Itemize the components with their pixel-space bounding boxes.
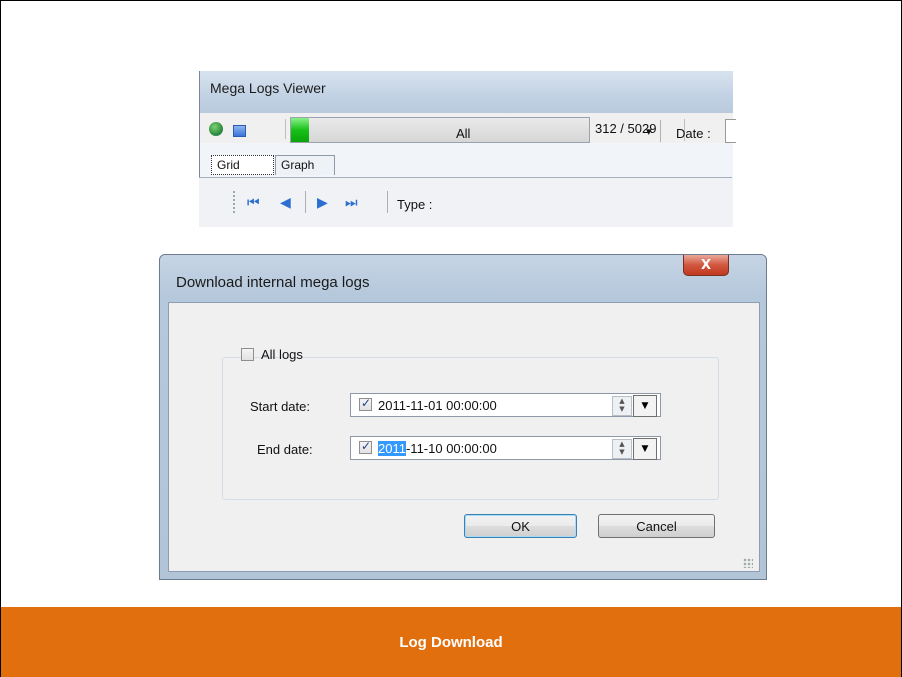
- all-logs-label: All logs: [261, 347, 303, 362]
- end-date-label: End date:: [257, 442, 313, 457]
- stop-icon[interactable]: [233, 125, 246, 137]
- end-date-spinner[interactable]: ▲ ▼: [612, 439, 632, 459]
- date-filter-input[interactable]: [725, 119, 736, 143]
- type-dropdown-arrow-icon[interactable]: ▾: [646, 125, 652, 138]
- date-range-group: [222, 357, 719, 500]
- end-date-rest: -11-10 00:00:00: [405, 441, 497, 456]
- start-date-dropdown-button[interactable]: ▼: [633, 395, 657, 417]
- progress-fill: [291, 118, 310, 142]
- tab-graph[interactable]: Graph: [275, 155, 335, 175]
- calendar-dropdown-icon: ▼: [641, 401, 649, 411]
- resize-grip-icon[interactable]: [743, 558, 753, 568]
- end-date-value[interactable]: 2011-11-10 00:00:00: [378, 441, 497, 456]
- last-record-icon[interactable]: ⏭: [345, 195, 358, 211]
- toolbar-separator: [305, 191, 306, 213]
- all-logs-checkbox[interactable]: [241, 348, 254, 361]
- type-filter-label: Type :: [397, 197, 433, 212]
- cancel-button[interactable]: Cancel: [598, 514, 715, 538]
- ok-button[interactable]: OK: [464, 514, 577, 538]
- end-date-selected-year[interactable]: 2011: [378, 441, 406, 456]
- dialog-client-area: All logs Start date: 2011-11-01 00:00:00…: [168, 302, 760, 572]
- refresh-globe-icon[interactable]: [209, 122, 223, 136]
- start-date-checkbox[interactable]: [359, 396, 372, 411]
- download-progress-bar: [290, 117, 590, 143]
- toolbar-separator: [660, 120, 661, 142]
- close-button[interactable]: X: [683, 255, 729, 276]
- view-tabs: Grid Graph: [199, 155, 732, 177]
- toolbar-separator: [285, 119, 286, 139]
- start-date-value[interactable]: 2011-11-01 00:00:00: [378, 398, 497, 413]
- download-logs-dialog: Download internal mega logs X All logs S…: [159, 254, 767, 580]
- grid-navigation-toolbar: [199, 177, 732, 227]
- end-date-dropdown-button[interactable]: ▼: [633, 438, 657, 460]
- previous-record-icon[interactable]: ◀: [280, 195, 291, 211]
- slide-caption: Log Download: [1, 607, 901, 677]
- close-icon: X: [700, 257, 712, 273]
- start-date-spinner[interactable]: ▲ ▼: [612, 396, 632, 416]
- end-date-picker[interactable]: 2011-11-10 00:00:00 ▲▼ ▼: [350, 436, 661, 460]
- toolbar-grip[interactable]: [233, 191, 237, 213]
- calendar-dropdown-icon: ▼: [641, 444, 649, 454]
- start-date-label: Start date:: [250, 399, 310, 414]
- first-record-icon[interactable]: ⏮: [247, 195, 260, 211]
- end-date-checkbox[interactable]: [359, 439, 372, 454]
- dialog-title: Download internal mega logs: [176, 274, 370, 291]
- next-record-icon[interactable]: ▶: [317, 195, 328, 211]
- type-filter-select[interactable]: All: [456, 126, 470, 141]
- start-date-picker[interactable]: 2011-11-01 00:00:00 ▲▼ ▼: [350, 393, 661, 417]
- date-filter-label: Date :: [676, 126, 711, 141]
- tab-grid[interactable]: Grid: [211, 155, 274, 175]
- toolbar-separator: [387, 191, 388, 213]
